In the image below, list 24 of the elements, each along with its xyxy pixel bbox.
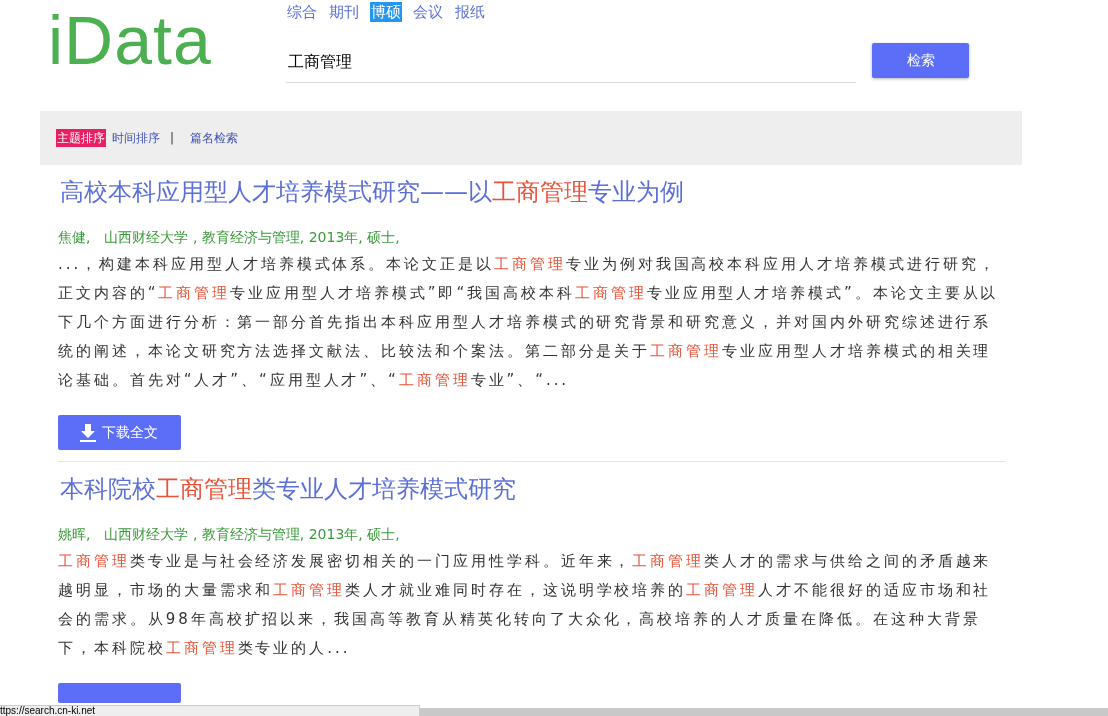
title-search-link[interactable]: 篇名检索 xyxy=(189,129,240,147)
nav-tab[interactable]: 博硕 xyxy=(370,2,402,22)
download-button[interactable]: 下载全文 xyxy=(58,415,181,450)
nav-tab[interactable]: 报纸 xyxy=(454,2,486,22)
nav-tab[interactable]: 会议 xyxy=(412,2,444,22)
download-icon xyxy=(80,423,96,442)
search-field[interactable]: 工商管理 xyxy=(286,43,856,83)
author[interactable]: 焦健, xyxy=(58,227,91,248)
author[interactable]: 姚晖, xyxy=(58,524,91,545)
nav-tab[interactable]: 期刊 xyxy=(328,2,360,22)
search-button[interactable]: 检索 xyxy=(872,43,969,78)
abstract: 工商管理类专业是与社会经济发展密切相关的一门应用性学科。近年来，工商管理类人才的需求与供给之间的矛盾越来越明显，市场的大量需求和 工商管理类人才就业难同时存在，这说明学校培养的 工商管理人才不能很好的适应市场和社会的需求。从98年高校扩招以来，我国高等教育从精英化转向了大众化，高校培养的人才质量在降低。在这种大背景下，本科院校 工商管理类专业的人... xyxy=(58,551,993,659)
abstract: ...，构建本科应用型人才培养模式体系。本论文正是以工商管理专业为例对我国高校本科应用人才培养模式进行研究，正文内容的“工商管理专业应用型人才培养模式”即“我国高校本科工商管理专业应用型人才培养模式”。本论文主要从以下几个方面进行分析：第一部分首先指出本科应用型人才培养模式的研究背景和研究意义，并对国内外研究综述进行系统的阐述，本论文研究方法选择文献法、比较法和个案法。第二部分是关于工商管理专业应用型人才培养模式的相关理论基础。首先对“人才”、“应用型人才”、“工商管理专业”、“... xyxy=(58,254,1000,391)
result-meta: 山西财经大学 , 教育经济与管理, 2013年, 硕士, xyxy=(104,228,400,247)
result-meta: 山西财经大学 , 教育经济与管理, 2013年, 硕士, xyxy=(104,525,400,544)
sort-tab[interactable]: 时间排序 xyxy=(111,129,161,147)
logo: iData xyxy=(48,6,213,80)
nav-tab[interactable]: 综合 xyxy=(286,2,318,22)
status-url: ttps://search.cn-ki.net xyxy=(0,705,420,716)
sort-tab[interactable]: 主题排序 xyxy=(56,129,106,147)
separator: | xyxy=(170,130,175,147)
download-button[interactable] xyxy=(58,683,181,703)
result-title[interactable]: 高校本科应用型人才培养模式研究——以工商管理专业为例 xyxy=(60,175,1005,209)
result-title[interactable]: 本科院校工商管理类专业人才培养模式研究 xyxy=(60,472,1005,506)
